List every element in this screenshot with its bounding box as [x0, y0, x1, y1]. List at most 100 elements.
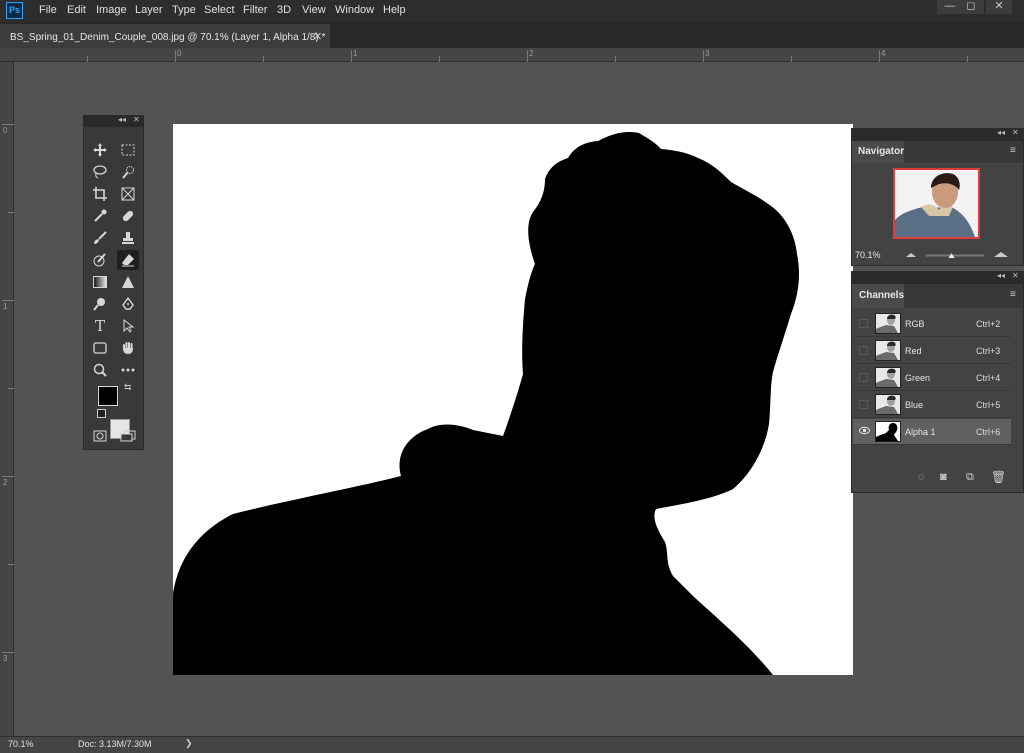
visibility-toggle[interactable] [859, 373, 868, 382]
navigator-panel: Navigator ≡ 70.1% [851, 140, 1024, 266]
swap-colors-icon[interactable]: ⇆ [124, 382, 132, 393]
foreground-color-swatch[interactable] [98, 386, 118, 406]
menu-type[interactable]: Type [172, 4, 196, 16]
dodge-tool-icon[interactable] [89, 294, 111, 314]
eye-icon[interactable] [859, 426, 870, 435]
menu-help[interactable]: Help [383, 4, 406, 16]
restore-button[interactable]: ◻ [958, 0, 984, 14]
ruler-label: 1 [353, 49, 358, 58]
channel-name: Green [905, 373, 931, 383]
rectangle-tool-icon[interactable] [89, 338, 111, 358]
quick-selection-tool-icon[interactable] [117, 162, 139, 182]
menu-select[interactable]: Select [204, 4, 235, 16]
collapse-panel-icon[interactable]: ◂◂ [997, 128, 1005, 137]
ruler-label: 3 [3, 654, 8, 663]
visibility-toggle[interactable] [859, 346, 868, 355]
menu-image[interactable]: Image [96, 4, 127, 16]
menu-filter[interactable]: Filter [243, 4, 267, 16]
ruler-label: 0 [3, 126, 8, 135]
ruler-label: 1 [3, 302, 8, 311]
history-brush-tool-icon[interactable] [89, 250, 111, 270]
default-colors-icon[interactable] [97, 409, 106, 418]
channel-thumbnail [875, 421, 901, 442]
visibility-toggle[interactable] [859, 400, 868, 409]
clone-stamp-tool-icon[interactable] [117, 228, 139, 248]
close-panel-icon[interactable]: ✕ [1012, 271, 1019, 280]
visibility-toggle[interactable] [859, 319, 868, 328]
blur-tool-icon[interactable] [117, 272, 139, 292]
menu-file[interactable]: File [39, 4, 57, 16]
collapse-panel-icon[interactable]: ◂◂ [118, 115, 126, 124]
panel-menu-icon[interactable]: ≡ [1010, 289, 1016, 300]
brush-tool-icon[interactable] [89, 228, 111, 248]
document-tab[interactable]: BS_Spring_01_Denim_Couple_008.jpg @ 70.1… [0, 24, 330, 48]
channel-shortcut: Ctrl+5 [976, 400, 1001, 410]
ruler-label: 0 [177, 49, 182, 58]
channel-shortcut: Ctrl+6 [976, 427, 1001, 437]
delete-channel-icon[interactable]: 🗑 [991, 470, 1006, 484]
rectangular-marquee-tool-icon[interactable] [117, 140, 139, 160]
close-tab-icon[interactable]: ✕ [313, 30, 322, 43]
status-doc-info: Doc: 3.13M/7.30M [78, 739, 152, 749]
channel-thumbnail [875, 340, 901, 361]
horizontal-ruler-ticks [87, 50, 968, 62]
channels-panel: Channels ≡ RGB Ctrl+2 Red Ctrl+3 Green Ctrl+4… [851, 283, 1024, 493]
eyedropper-tool-icon[interactable] [89, 206, 111, 226]
channel-row[interactable]: Green Ctrl+4 [853, 365, 1011, 391]
zoom-in-icon [994, 252, 1008, 257]
edit-toolbar-icon[interactable] [117, 360, 139, 380]
tab-navigator[interactable]: Navigator [852, 141, 904, 163]
navigator-panel-header[interactable]: ◂◂ ✕ [851, 128, 1024, 140]
collapse-panel-icon[interactable]: ◂◂ [997, 271, 1005, 280]
close-window-button[interactable]: ✕ [986, 0, 1012, 14]
new-channel-icon[interactable]: ⧉ [966, 471, 974, 484]
type-tool-icon[interactable]: T [89, 316, 111, 336]
menu-3d[interactable]: 3D [277, 4, 291, 16]
menu-edit[interactable]: Edit [67, 4, 86, 16]
eraser-tool-icon[interactable] [117, 250, 139, 270]
channel-thumbnail [875, 367, 901, 388]
tools-panel-header[interactable]: ◂◂ ✕ [84, 115, 143, 127]
alpha-channel-silhouette [173, 132, 799, 675]
menu-window[interactable]: Window [335, 4, 374, 16]
channel-shortcut: Ctrl+3 [976, 346, 1001, 356]
load-selection-icon[interactable]: ◌ [918, 471, 925, 483]
navigator-zoom-slider[interactable] [904, 249, 1016, 261]
quick-mask-icon[interactable] [89, 427, 111, 445]
menu-view[interactable]: View [302, 4, 326, 16]
pen-tool-icon[interactable] [117, 294, 139, 314]
channel-name: RGB [905, 319, 925, 329]
save-selection-icon[interactable]: ◙ [940, 471, 947, 483]
screen-mode-icon[interactable] [117, 427, 139, 445]
gradient-tool-icon[interactable] [89, 272, 111, 292]
channel-thumbnail [875, 394, 901, 415]
close-panel-icon[interactable]: ✕ [1012, 128, 1019, 137]
hand-tool-icon[interactable] [117, 338, 139, 358]
panel-menu-icon[interactable]: ≡ [1010, 145, 1016, 156]
tab-channels[interactable]: Channels [852, 284, 904, 308]
path-selection-tool-icon[interactable] [117, 316, 139, 336]
channel-row[interactable]: RGB Ctrl+2 [853, 311, 1011, 337]
frame-tool-icon[interactable] [117, 184, 139, 204]
horizontal-ruler[interactable]: 0 1 2 3 4 [0, 48, 1024, 62]
navigator-zoom-value[interactable]: 70.1% [855, 250, 881, 260]
lasso-tool-icon[interactable] [89, 162, 111, 182]
channel-row[interactable]: Blue Ctrl+5 [853, 392, 1011, 418]
ruler-label: 3 [705, 49, 710, 58]
zoom-tool-icon[interactable] [89, 360, 111, 380]
channel-row[interactable]: Red Ctrl+3 [853, 338, 1011, 364]
vertical-ruler[interactable]: 0 1 2 3 [0, 62, 14, 736]
status-bar: 70.1% Doc: 3.13M/7.30M ❯ [0, 736, 1024, 753]
move-tool-icon[interactable] [89, 140, 111, 160]
navigator-preview[interactable] [893, 168, 980, 239]
healing-brush-tool-icon[interactable] [117, 206, 139, 226]
channels-panel-header[interactable]: ◂◂ ✕ [851, 271, 1024, 283]
crop-tool-icon[interactable] [89, 184, 111, 204]
document-canvas[interactable] [173, 124, 853, 675]
status-zoom[interactable]: 70.1% [8, 739, 34, 749]
menu-layer[interactable]: Layer [135, 4, 163, 16]
channel-row[interactable]: Alpha 1 Ctrl+6 [853, 419, 1011, 445]
close-panel-icon[interactable]: ✕ [133, 115, 140, 124]
ruler-label: 2 [3, 478, 8, 487]
status-menu-arrow[interactable]: ❯ [185, 738, 193, 749]
